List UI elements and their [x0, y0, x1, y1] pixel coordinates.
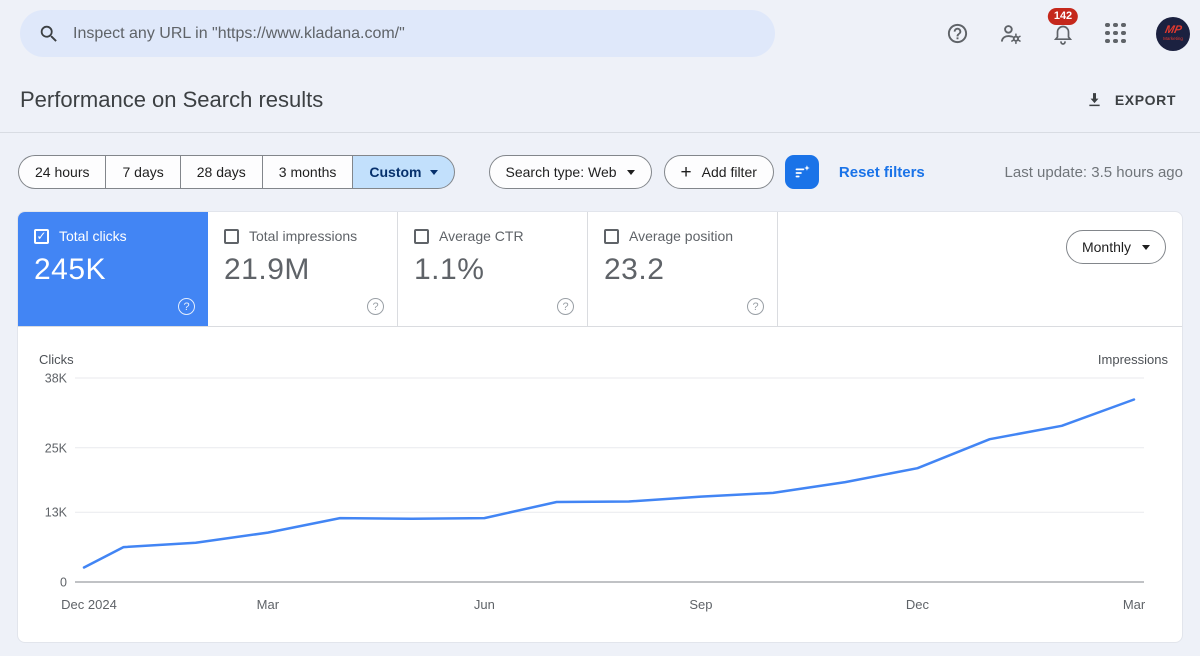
search-input[interactable]: [73, 25, 693, 43]
export-button[interactable]: EXPORT: [1085, 90, 1176, 109]
help-icon[interactable]: ?: [367, 298, 384, 315]
page-title: Performance on Search results: [20, 87, 323, 113]
search-type-dropdown[interactable]: Search type: Web: [489, 155, 652, 189]
svg-text:Mar: Mar: [1123, 597, 1146, 612]
reset-filters-link[interactable]: Reset filters: [839, 164, 925, 181]
svg-text:0: 0: [60, 576, 67, 590]
search-icon: [38, 23, 60, 45]
last-update-text: Last update: 3.5 hours ago: [1005, 164, 1183, 181]
download-icon: [1085, 90, 1104, 109]
clicks-line-chart: 0 13K 25K 38K Clicks Impressions Dec 2024 Mar Ju…: [18, 327, 1182, 627]
help-icon[interactable]: ?: [178, 298, 195, 315]
svg-text:13K: 13K: [45, 506, 68, 520]
performance-panel: ✓ Total clicks 245K ? Total impressions …: [17, 211, 1183, 643]
topbar: 142 MP Marketing: [0, 0, 1200, 67]
date-range-24-hours[interactable]: 24 hours: [18, 155, 105, 189]
google-apps-button[interactable]: [1103, 21, 1129, 47]
chevron-down-icon: [627, 170, 635, 175]
chevron-down-icon: [430, 170, 438, 175]
performance-chart[interactable]: 0 13K 25K 38K Clicks Impressions Dec 2024 Mar Ju…: [18, 327, 1182, 643]
svg-text:Sep: Sep: [689, 597, 712, 612]
average-position-value: 23.2: [604, 253, 761, 287]
chevron-down-icon: [1142, 245, 1150, 250]
checkbox-unchecked-icon[interactable]: [224, 229, 239, 244]
apps-grid-icon: [1105, 23, 1127, 45]
filter-bar: 24 hours 7 days 28 days 3 months Custom …: [0, 133, 1200, 211]
metric-cards-row: ✓ Total clicks 245K ? Total impressions …: [18, 212, 1182, 327]
svg-text:Dec 2024: Dec 2024: [61, 597, 117, 612]
svg-text:Dec: Dec: [906, 597, 930, 612]
svg-text:Clicks: Clicks: [39, 352, 74, 367]
total-clicks-value: 245K: [34, 253, 192, 287]
manage-accounts-icon: [998, 21, 1023, 46]
checkbox-unchecked-icon[interactable]: [604, 229, 619, 244]
help-icon: [946, 22, 969, 45]
metric-card-total-impressions[interactable]: Total impressions 21.9M ?: [208, 212, 398, 326]
metric-card-average-position[interactable]: Average position 23.2 ?: [588, 212, 778, 326]
date-range-3-months[interactable]: 3 months: [262, 155, 353, 189]
total-impressions-value: 21.9M: [224, 253, 381, 287]
svg-text:Jun: Jun: [474, 597, 495, 612]
metric-card-total-clicks[interactable]: ✓ Total clicks 245K ?: [18, 212, 208, 326]
filter-sparkle-icon: [791, 161, 813, 183]
metric-card-average-ctr[interactable]: Average CTR 1.1% ?: [398, 212, 588, 326]
help-icon[interactable]: ?: [747, 298, 764, 315]
avatar-logo: MP: [1164, 25, 1183, 36]
help-icon[interactable]: ?: [557, 298, 574, 315]
date-range-group: 24 hours 7 days 28 days 3 months Custom: [18, 155, 455, 189]
account-settings-button[interactable]: [997, 21, 1023, 47]
checkbox-unchecked-icon[interactable]: [414, 229, 429, 244]
date-range-28-days[interactable]: 28 days: [180, 155, 262, 189]
plus-icon: +: [681, 163, 692, 182]
date-range-custom[interactable]: Custom: [352, 155, 454, 189]
page-header: Performance on Search results EXPORT: [0, 67, 1200, 133]
notifications-button[interactable]: 142: [1050, 21, 1076, 47]
checkbox-checked-icon[interactable]: ✓: [34, 229, 49, 244]
svg-text:38K: 38K: [45, 372, 68, 386]
svg-text:25K: 25K: [45, 441, 68, 455]
svg-text:Mar: Mar: [257, 597, 280, 612]
smart-filter-button[interactable]: [785, 155, 819, 189]
url-inspect-search-bar[interactable]: [20, 10, 775, 57]
add-filter-button[interactable]: + Add filter: [664, 155, 774, 189]
notification-count-badge: 142: [1048, 8, 1078, 25]
average-ctr-value: 1.1%: [414, 253, 571, 287]
granularity-dropdown[interactable]: Monthly: [1066, 230, 1166, 264]
date-range-7-days[interactable]: 7 days: [105, 155, 179, 189]
help-button[interactable]: [944, 21, 970, 47]
account-avatar[interactable]: MP Marketing: [1156, 17, 1190, 51]
bell-icon: [1051, 22, 1075, 46]
svg-text:Impressions: Impressions: [1098, 352, 1169, 367]
